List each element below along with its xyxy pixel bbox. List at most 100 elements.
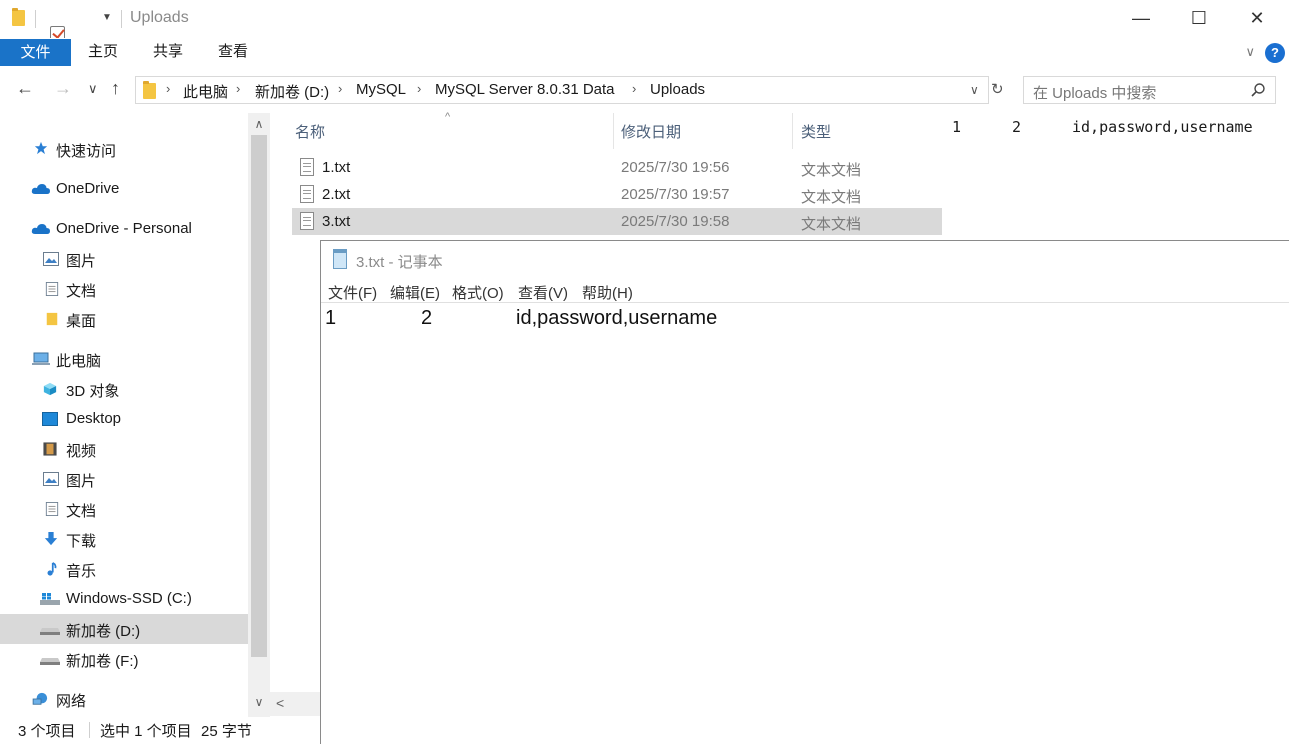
nav-label: 文档 (66, 283, 97, 300)
nav-onedrive-personal[interactable]: OneDrive - Personal (0, 214, 248, 244)
file-row[interactable]: 2.txt 2025/7/30 19:57 文本文档 (292, 181, 942, 208)
refresh-icon[interactable]: ↻ (991, 80, 1004, 98)
scroll-down-icon[interactable]: ∨ (248, 695, 270, 709)
text-file-icon (300, 185, 314, 203)
nav-music[interactable]: 音乐 (0, 554, 248, 584)
title-bar: ▼ Uploads — ☐ ✕ (0, 0, 1289, 57)
breadcrumb-separator[interactable]: › (338, 81, 342, 96)
minimize-button[interactable]: — (1112, 0, 1170, 38)
breadcrumb-drive-d[interactable]: 新加卷 (D:) (255, 81, 329, 102)
nav-od-pictures[interactable]: 图片 (0, 244, 248, 274)
breadcrumb-mysql-data[interactable]: MySQL Server 8.0.31 Data (435, 81, 615, 98)
search-icon[interactable] (1250, 82, 1266, 98)
forward-button[interactable]: → (54, 78, 72, 99)
preview-text: 2 (1012, 118, 1022, 136)
expand-ribbon-icon[interactable]: ∨ (1245, 44, 1255, 60)
breadcrumb-separator[interactable]: › (236, 81, 240, 96)
file-type: 文本文档 (801, 189, 862, 206)
close-button[interactable]: ✕ (1228, 0, 1286, 38)
nav-3d-objects[interactable]: 3D 对象 (0, 374, 248, 404)
navigation-pane: 快速访问 OneDrive OneDrive - Personal 图片 文档 … (0, 113, 270, 717)
search-input[interactable]: 在 Uploads 中搜索 (1023, 76, 1276, 104)
nav-od-documents[interactable]: 文档 (0, 274, 248, 304)
nav-label: 新加卷 (F:) (66, 653, 139, 670)
notepad-window[interactable]: 3.txt - 记事本 文件(F) 编辑(E) 格式(O) 查看(V) 帮助(H… (320, 240, 1289, 744)
pictures-icon (43, 472, 59, 486)
horizontal-scrollbar[interactable]: < (270, 692, 322, 716)
tab-view[interactable]: 查看 (218, 38, 248, 66)
nav-onedrive[interactable]: OneDrive (0, 174, 248, 204)
file-name: 1.txt (322, 159, 351, 176)
notepad-menu-bar: 文件(F) 编辑(E) 格式(O) 查看(V) 帮助(H) (321, 279, 1289, 303)
tab-share[interactable]: 共享 (153, 38, 183, 66)
nav-label: 网络 (56, 693, 87, 710)
column-header-type[interactable]: 类型 (801, 121, 831, 142)
nav-drive-c[interactable]: Windows-SSD (C:) (0, 584, 248, 614)
nav-downloads[interactable]: 下载 (0, 524, 248, 554)
scrollbar-thumb[interactable] (251, 135, 267, 657)
breadcrumb-this-pc[interactable]: 此电脑 (183, 81, 228, 102)
breadcrumb-separator[interactable]: › (417, 81, 421, 96)
preview-text: id,password,username (1072, 118, 1253, 136)
tab-file[interactable]: 文件 (0, 39, 71, 66)
recent-locations-button[interactable]: ∨ (88, 81, 98, 97)
menu-file[interactable]: 文件(F) (328, 282, 377, 303)
address-dropdown-icon[interactable]: ∨ (970, 83, 979, 97)
documents-icon (45, 502, 59, 516)
nav-label: 新加卷 (D:) (66, 623, 141, 640)
nav-pictures[interactable]: 图片 (0, 464, 248, 494)
menu-format[interactable]: 格式(O) (452, 282, 504, 303)
file-row[interactable]: 1.txt 2025/7/30 19:56 文本文档 (292, 154, 942, 181)
breadcrumb-uploads[interactable]: Uploads (650, 81, 705, 98)
column-header-name[interactable]: 名称 (295, 121, 325, 142)
notepad-title-bar[interactable]: 3.txt - 记事本 (321, 241, 1289, 279)
nav-scrollbar[interactable]: ∧ ∨ (248, 113, 270, 717)
network-icon (32, 692, 48, 705)
address-bar[interactable]: › 此电脑 › 新加卷 (D:) › MySQL › MySQL Server … (135, 76, 989, 104)
back-button[interactable]: ← (16, 78, 34, 99)
customize-quick-access-icon[interactable]: ▼ (102, 12, 112, 23)
scroll-up-icon[interactable]: ∧ (248, 117, 270, 131)
menu-help[interactable]: 帮助(H) (582, 282, 633, 303)
nav-network[interactable]: 网络 (0, 684, 248, 714)
maximize-button[interactable]: ☐ (1170, 0, 1228, 38)
preview-pane: 1 2 id,password,username (942, 113, 1289, 241)
breadcrumb-separator[interactable]: › (166, 81, 170, 96)
breadcrumb-mysql[interactable]: MySQL (356, 81, 406, 98)
download-icon (44, 532, 58, 546)
nav-videos[interactable]: 视频 (0, 434, 248, 464)
nav-this-pc[interactable]: 此电脑 (0, 344, 248, 374)
drive-icon (40, 658, 60, 665)
tab-home[interactable]: 主页 (88, 38, 118, 66)
address-row: ← → ∨ ↑ › 此电脑 › 新加卷 (D:) › MySQL › MySQL… (0, 68, 1289, 113)
menu-view[interactable]: 查看(V) (518, 282, 568, 303)
file-modified: 2025/7/30 19:57 (621, 186, 730, 203)
nav-label: OneDrive (56, 180, 120, 197)
nav-label: 音乐 (66, 563, 97, 580)
file-row-selected[interactable]: 3.txt 2025/7/30 19:58 文本文档 (292, 208, 942, 235)
divider (89, 722, 90, 738)
breadcrumb-separator[interactable]: › (632, 81, 636, 96)
nav-documents[interactable]: 文档 (0, 494, 248, 524)
search-placeholder: 在 Uploads 中搜索 (1033, 85, 1157, 102)
scroll-left-icon[interactable]: < (276, 695, 284, 711)
drive-icon (40, 628, 60, 635)
menu-edit[interactable]: 编辑(E) (390, 282, 440, 303)
help-icon[interactable]: ? (1265, 43, 1285, 63)
up-button[interactable]: ↑ (111, 78, 120, 99)
nav-od-desktop[interactable]: 桌面 (0, 304, 248, 334)
preview-text: 1 (952, 118, 962, 136)
column-divider[interactable] (613, 113, 614, 149)
file-name: 3.txt (322, 213, 351, 230)
nav-quick-access[interactable]: 快速访问 (0, 134, 248, 164)
nav-desktop[interactable]: Desktop (0, 404, 248, 434)
nav-label: 下载 (66, 533, 97, 550)
nav-drive-f[interactable]: 新加卷 (F:) (0, 644, 248, 674)
column-header-modified[interactable]: 修改日期 (621, 121, 681, 142)
column-divider[interactable] (792, 113, 793, 149)
cube-icon (43, 382, 57, 396)
file-modified: 2025/7/30 19:56 (621, 159, 730, 176)
nav-drive-d[interactable]: 新加卷 (D:) (0, 614, 248, 644)
text-content: 2 (421, 307, 433, 329)
ribbon-tabs: 文件 主页 共享 查看 ∨ ? (0, 38, 1289, 68)
